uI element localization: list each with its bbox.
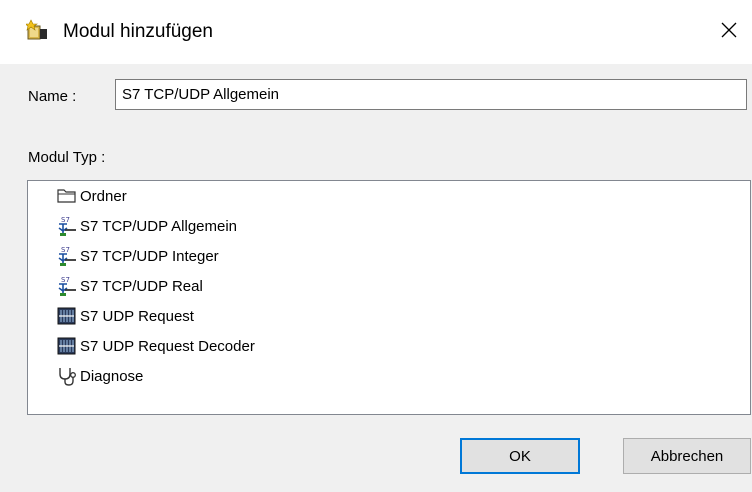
close-icon [721, 22, 737, 42]
list-item-s7-tcp-udp-real[interactable]: S7 S7 TCP/UDP Real [56, 274, 203, 298]
list-item-s7-udp-request-decoder[interactable]: S7 UDP Request Decoder [56, 334, 255, 358]
list-item-s7-tcp-udp-integer[interactable]: S7 S7 TCP/UDP Integer [56, 244, 219, 268]
svg-text:S7: S7 [61, 276, 70, 284]
list-item-s7-udp-request[interactable]: S7 UDP Request [56, 304, 194, 328]
stethoscope-icon [56, 365, 78, 387]
dialog-title: Modul hinzufügen [63, 21, 213, 42]
svg-text:S7: S7 [61, 216, 70, 224]
list-item-label: S7 TCP/UDP Real [80, 277, 203, 295]
module-type-label: Modul Typ : [28, 149, 106, 166]
ok-button[interactable]: OK [460, 438, 580, 474]
name-input[interactable]: S7 TCP/UDP Allgemein [115, 79, 747, 110]
close-button[interactable] [706, 0, 752, 64]
folder-icon [56, 185, 78, 207]
title-bar: Modul hinzufügen [0, 0, 752, 64]
s7-module-icon [56, 335, 78, 357]
s7-network-icon: S7 [56, 275, 78, 297]
list-item-diagnose[interactable]: Diagnose [56, 364, 143, 388]
cancel-button[interactable]: Abbrechen [623, 438, 751, 474]
s7-network-icon: S7 [56, 245, 78, 267]
add-module-icon [24, 19, 50, 41]
list-item-label: S7 TCP/UDP Integer [80, 247, 219, 265]
list-item-label: S7 UDP Request [80, 307, 194, 325]
list-item-label: S7 UDP Request Decoder [80, 337, 255, 355]
svg-text:S7: S7 [61, 246, 70, 254]
module-type-list[interactable]: Ordner S7 S7 TCP/UDP Allgemein S7 S7 TCP… [27, 180, 751, 415]
list-item-label: Ordner [80, 187, 127, 205]
s7-network-icon: S7 [56, 215, 78, 237]
name-label: Name : [28, 88, 77, 105]
list-item-s7-tcp-udp-allgemein[interactable]: S7 S7 TCP/UDP Allgemein [56, 214, 237, 238]
list-item-label: S7 TCP/UDP Allgemein [80, 217, 238, 235]
s7-module-icon [56, 305, 78, 327]
list-item-label: Diagnose [80, 367, 144, 385]
list-item-ordner[interactable]: Ordner [56, 184, 127, 208]
